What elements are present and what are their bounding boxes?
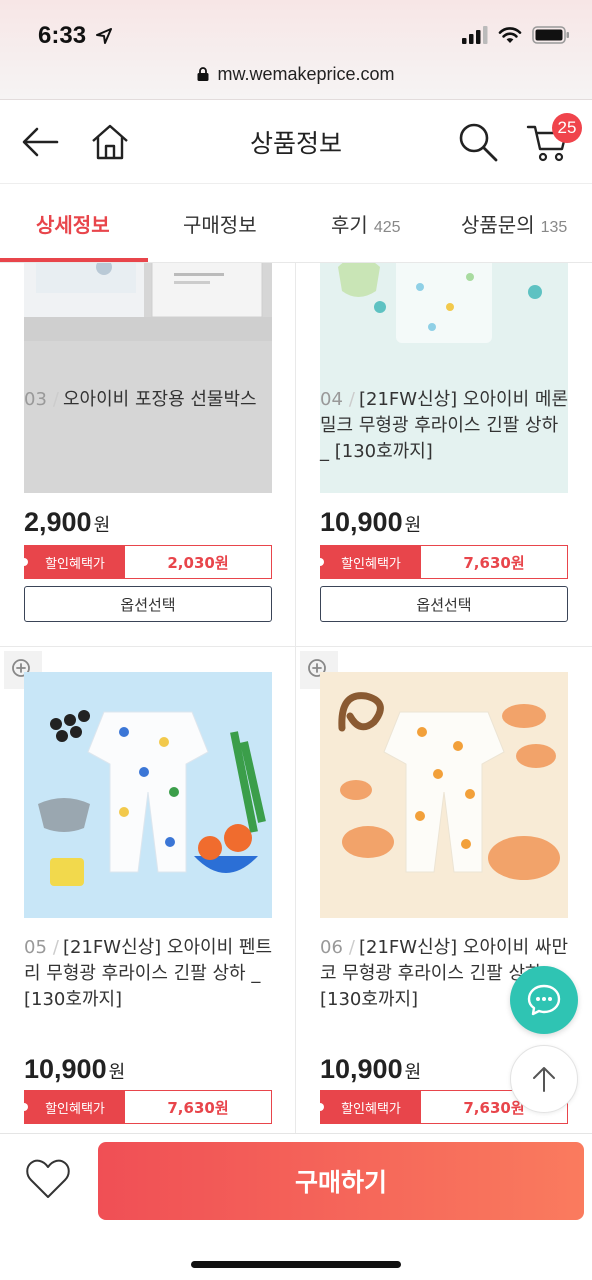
discount-label: 할인혜택가: [316, 546, 421, 578]
product-number: 06: [320, 937, 343, 958]
discount-price: 7,630원: [463, 553, 525, 572]
price-unit: 원: [404, 515, 422, 536]
status-bar: 6:33 mw.wemakeprice.com: [0, 0, 592, 100]
chat-button[interactable]: [510, 966, 578, 1034]
chat-bubble-icon: [527, 984, 561, 1016]
price-value: 10,900: [24, 1054, 107, 1084]
product-price: 10,900 원: [320, 1054, 421, 1085]
tab-count: 425: [373, 219, 401, 236]
cellular-signal-icon: [462, 26, 488, 44]
discount-box: 할인혜택가 2,030원: [20, 545, 272, 579]
product-price: 2,900 원: [24, 507, 110, 538]
tab-label: 구매정보: [183, 213, 257, 237]
status-time: 6:33: [38, 22, 87, 49]
tab-label: 상품문의: [461, 213, 535, 237]
product-title: [21FW신상] 오아이비 펜트리 무형광 후라이스 긴팔 상하 _ [130호…: [24, 937, 273, 1010]
buy-now-button[interactable]: 구매하기: [98, 1142, 584, 1220]
wifi-icon: [498, 27, 522, 43]
discount-label: 할인혜택가: [20, 1091, 125, 1123]
product-image[interactable]: [24, 263, 272, 493]
heart-icon: [26, 1159, 70, 1198]
product-name[interactable]: 04/[21FW신상] 오아이비 메론밀크 무형광 후라이스 긴팔 상하 _ […: [320, 387, 572, 465]
location-arrow-icon: [96, 28, 112, 44]
tab-reviews[interactable]: 후기 425: [331, 209, 401, 238]
product-image[interactable]: [320, 672, 568, 918]
product-image[interactable]: [24, 672, 272, 918]
discount-price: 2,030원: [167, 553, 229, 572]
bottom-action-bar: 구매하기: [0, 1133, 592, 1280]
price-unit: 원: [93, 515, 111, 536]
price-value: 10,900: [320, 1054, 403, 1084]
tab-label: 상세정보: [36, 213, 110, 237]
product-price: 10,900 원: [24, 1054, 125, 1085]
lock-icon: [197, 67, 209, 81]
wishlist-button[interactable]: [24, 1156, 72, 1202]
product-image-art: [24, 672, 272, 918]
divider: [0, 646, 592, 647]
app-header: 상품정보: [0, 100, 592, 184]
product-image-art: [320, 672, 568, 918]
discount-label: 할인혜택가: [20, 546, 125, 578]
product-number: 03: [24, 389, 47, 410]
tab-qna[interactable]: 상품문의 135: [461, 209, 567, 238]
tab-label: 후기: [331, 213, 368, 237]
product-title: 오아이비 포장용 선물박스: [62, 389, 257, 410]
battery-icon: [532, 26, 569, 44]
search-button[interactable]: [454, 118, 502, 166]
cart-count-badge: 25: [552, 113, 582, 143]
scroll-to-top-button[interactable]: [510, 1045, 578, 1113]
active-tab-indicator: [0, 258, 148, 262]
option-select-button[interactable]: 옵션선택: [320, 586, 568, 622]
price-value: 2,900: [24, 507, 92, 537]
address-bar[interactable]: mw.wemakeprice.com: [0, 64, 592, 85]
home-indicator: [191, 1261, 401, 1268]
arrow-up-icon: [533, 1067, 555, 1092]
price-unit: 원: [108, 1062, 126, 1083]
divider: [295, 263, 296, 1133]
product-name[interactable]: 05/[21FW신상] 오아이비 펜트리 무형광 후라이스 긴팔 상하 _ [1…: [24, 935, 276, 1013]
price-value: 10,900: [320, 507, 403, 537]
search-icon: [459, 123, 498, 162]
product-price: 10,900 원: [320, 507, 421, 538]
tab-bar: 상세정보 구매정보 후기 425 상품문의 135: [0, 185, 592, 263]
tab-count: 135: [540, 219, 568, 236]
discount-box: 할인혜택가 7,630원: [316, 545, 568, 579]
product-name[interactable]: 03/오아이비 포장용 선물박스: [24, 387, 276, 413]
discount-price: 7,630원: [167, 1098, 229, 1117]
url-text: mw.wemakeprice.com: [217, 64, 395, 84]
discount-box: 할인혜택가 7,630원: [20, 1090, 272, 1124]
product-number: 05: [24, 937, 47, 958]
product-image-art: [24, 263, 272, 493]
product-number: 04: [320, 389, 343, 410]
tab-purchase-info[interactable]: 구매정보: [183, 209, 257, 238]
page-title: 상품정보: [249, 129, 342, 158]
product-title: [21FW신상] 오아이비 메론밀크 무형광 후라이스 긴팔 상하 _ [130…: [320, 389, 569, 462]
option-select-button[interactable]: 옵션선택: [24, 586, 272, 622]
price-unit: 원: [404, 1062, 422, 1083]
discount-label: 할인혜택가: [316, 1091, 421, 1123]
product-grid: 03/오아이비 포장용 선물박스 2,900 원 할인혜택가 2,030원 옵션선…: [0, 263, 592, 1133]
tab-detail[interactable]: 상세정보: [36, 209, 110, 238]
